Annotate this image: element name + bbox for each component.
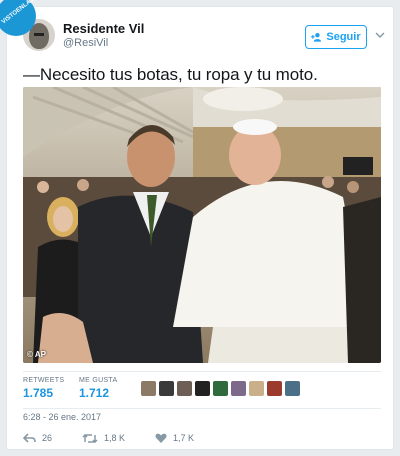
liker-avatar[interactable] xyxy=(213,381,228,396)
liker-avatar[interactable] xyxy=(159,381,174,396)
likes-value: 1.712 xyxy=(79,386,110,400)
liker-avatar[interactable] xyxy=(231,381,246,396)
liker-avatar[interactable] xyxy=(267,381,282,396)
liker-avatars xyxy=(141,381,300,396)
liker-avatar[interactable] xyxy=(177,381,192,396)
reply-button[interactable]: 26 xyxy=(23,432,53,444)
like-button[interactable]: 1,7 K xyxy=(155,433,194,444)
retweets-value: 1.785 xyxy=(23,386,54,400)
chevron-down-icon[interactable] xyxy=(375,31,385,39)
reply-icon xyxy=(23,432,36,443)
liker-avatar[interactable] xyxy=(249,381,264,396)
retweets-stat[interactable]: RETWEETS 1.785 xyxy=(23,377,64,400)
timestamp[interactable]: 6:28 - 26 ene. 2017 xyxy=(23,412,101,422)
liker-avatar[interactable] xyxy=(195,381,210,396)
tweet-card: Residente Vil @ResiVil Seguir —Necesito … xyxy=(6,6,394,450)
likes-label: ME GUSTA xyxy=(79,377,118,384)
watermark-logo: VISTOENLASREDES.COM xyxy=(0,0,65,40)
tweet-photo[interactable]: © AP xyxy=(23,87,381,363)
liker-avatar[interactable] xyxy=(141,381,156,396)
author-handle[interactable]: @ResiVil xyxy=(63,37,108,49)
retweets-label: RETWEETS xyxy=(23,377,65,384)
follow-label: Seguir xyxy=(326,31,361,43)
add-user-icon xyxy=(311,32,322,42)
likes-stat[interactable]: ME GUSTA 1.712 xyxy=(79,377,117,400)
author-name[interactable]: Residente Vil xyxy=(63,21,144,36)
retweet-count: 1,8 K xyxy=(104,433,126,443)
follow-button[interactable]: Seguir xyxy=(305,25,367,49)
photo-credit: © AP xyxy=(27,350,46,359)
like-count: 1,7 K xyxy=(173,433,195,443)
tweet-actions: 26 1,8 K 1,7 K xyxy=(23,430,323,446)
tweet-stats: RETWEETS 1.785 ME GUSTA 1.712 xyxy=(23,371,381,409)
liker-avatar[interactable] xyxy=(285,381,300,396)
tweet-text: —Necesito tus botas, tu ropa y tu moto. xyxy=(23,65,318,84)
photo-illustration xyxy=(23,87,381,363)
heart-icon xyxy=(155,433,167,443)
retweet-button[interactable]: 1,8 K xyxy=(82,433,125,444)
reply-count: 26 xyxy=(42,433,53,443)
page: Residente Vil @ResiVil Seguir —Necesito … xyxy=(0,0,400,456)
retweet-icon xyxy=(82,433,98,443)
